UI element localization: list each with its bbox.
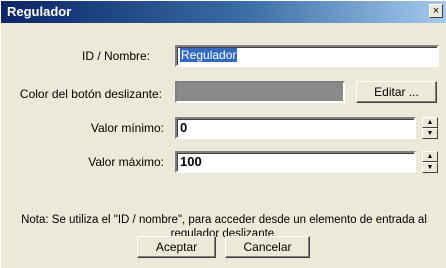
max-value-input[interactable]: 100: [175, 151, 416, 173]
max-increment-button[interactable]: ▲: [422, 151, 438, 162]
id-name-label: ID / Nombre:: [81, 49, 150, 63]
max-value-stepper[interactable]: ▲ ▼: [422, 151, 438, 173]
arrow-down-icon: ▼: [426, 164, 434, 171]
close-button[interactable]: ×: [429, 4, 443, 18]
max-value-text: 100: [180, 154, 202, 169]
slider-color-swatch: [175, 81, 345, 103]
min-value-label: Valor mínimo:: [90, 121, 164, 135]
min-value-stepper[interactable]: ▲ ▼: [422, 117, 438, 139]
min-value-text: 0: [180, 120, 188, 135]
arrow-up-icon: ▲: [426, 119, 434, 126]
min-value-input[interactable]: 0: [175, 117, 416, 139]
id-name-input[interactable]: Regulador: [175, 45, 439, 67]
title-bar[interactable]: Regulador ×: [1, 1, 446, 23]
dialog-title: Regulador: [7, 4, 72, 19]
close-icon: ×: [432, 5, 440, 17]
arrow-down-icon: ▼: [426, 130, 434, 137]
min-decrement-button[interactable]: ▼: [422, 128, 438, 139]
slider-color-label: Color del botón deslizante:: [19, 87, 162, 101]
slider-properties-dialog: Regulador × ID / Nombre: Regulador Color…: [0, 0, 446, 268]
id-name-value: Regulador: [180, 48, 238, 62]
max-decrement-button[interactable]: ▼: [422, 162, 438, 173]
edit-color-button[interactable]: Editar ...: [356, 81, 437, 103]
ok-button[interactable]: Aceptar: [137, 236, 216, 258]
arrow-up-icon: ▲: [426, 153, 434, 160]
min-increment-button[interactable]: ▲: [422, 117, 438, 128]
max-value-label: Valor máximo:: [88, 155, 164, 169]
note-text: Nota: Se utiliza el "ID / nombre", para …: [21, 214, 427, 240]
cancel-button[interactable]: Cancelar: [225, 236, 310, 258]
